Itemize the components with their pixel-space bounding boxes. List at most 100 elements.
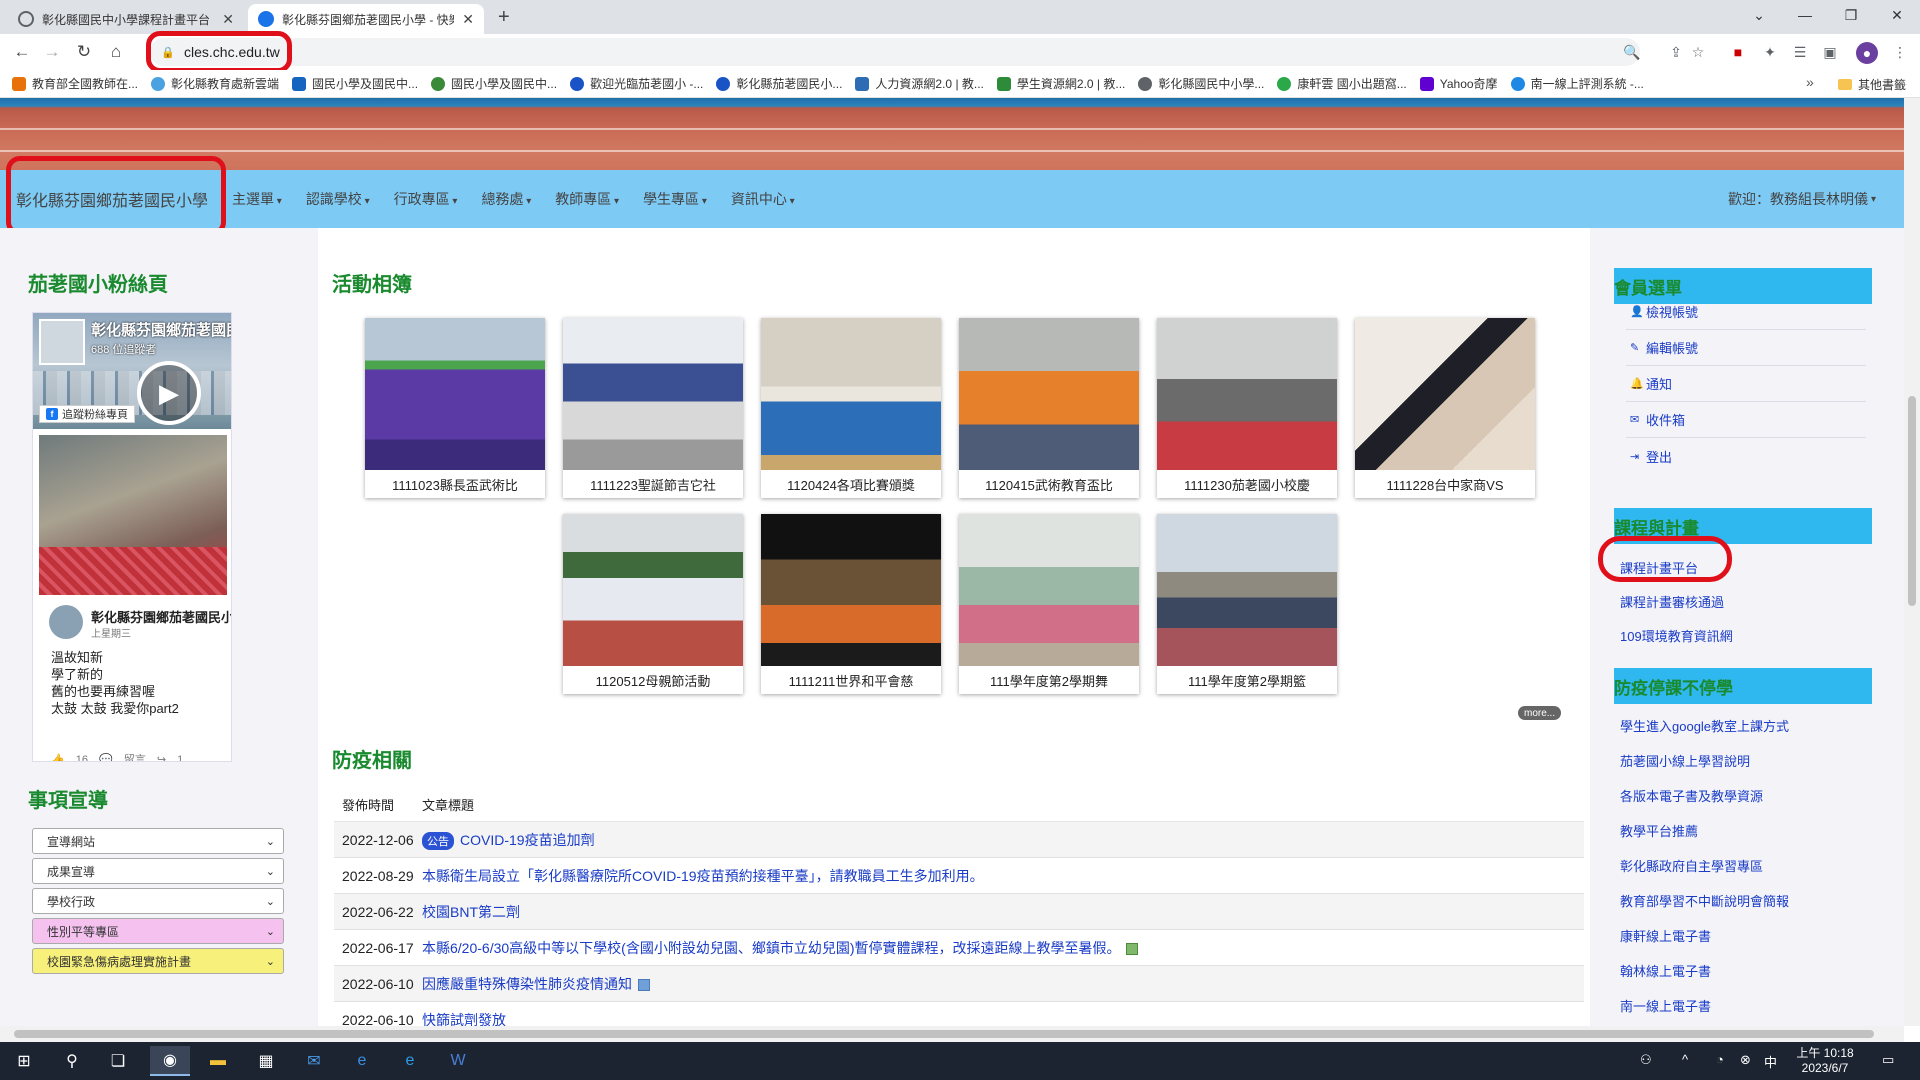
bookmark-item[interactable]: Yahoo奇摩 <box>1419 75 1498 92</box>
extensions-icon[interactable]: ✦ <box>1760 42 1780 62</box>
covid-link[interactable]: 南一線上電子書 <box>1620 996 1711 1015</box>
menu-info-center[interactable]: 資訊中心 <box>731 189 795 209</box>
menu-students[interactable]: 學生專區 <box>643 189 707 209</box>
covid-link[interactable]: 教學平台推薦 <box>1620 821 1698 840</box>
bookmark-item[interactable]: 歡迎光臨茄荖國小 -... <box>570 75 703 92</box>
attachment-icon[interactable] <box>1126 942 1139 955</box>
people-icon[interactable]: ⚇ <box>1640 1052 1652 1068</box>
member-item-edit-account[interactable]: ✎ 編輯帳號 <box>1626 330 1866 366</box>
bookmark-item[interactable]: 人力資源網2.0 | 教... <box>855 75 984 92</box>
album-thumb[interactable]: 1111211世界和平會慈 <box>761 514 941 694</box>
album-thumb[interactable]: 1120512母親節活動 <box>563 514 743 694</box>
tab-school-site[interactable]: 彰化縣芬園鄉茄荖國民小學 - 快樂 ✕ <box>248 4 484 34</box>
menu-teachers[interactable]: 教師專區 <box>555 189 619 209</box>
row-title-link[interactable]: 本縣6/20-6/30高級中等以下學校(含國小附設幼兒園、鄉鎮市立幼兒園)暫停實… <box>422 940 1120 956</box>
menu-general-affairs[interactable]: 總務處 <box>481 189 531 209</box>
select-promo-sites[interactable]: 宣導網站 ⌄ <box>32 828 284 854</box>
mail-icon[interactable]: ✉ <box>294 1046 334 1076</box>
bookmark-item[interactable]: 康軒雲 國小出題窩... <box>1277 75 1407 92</box>
bookmark-item[interactable]: 國民小學及國民中... <box>292 75 418 92</box>
taskbar-clock[interactable]: 上午 10:18 2023/6/7 <box>1790 1046 1860 1076</box>
select-achievements[interactable]: 成果宣導 ⌄ <box>32 858 284 884</box>
fb-video[interactable] <box>39 435 227 595</box>
album-thumb[interactable]: 1111023縣長盃武術比 <box>365 318 545 498</box>
album-thumb[interactable]: 1111223聖誕節吉它社 <box>563 318 743 498</box>
member-item-view-account[interactable]: 👤 檢視帳號 <box>1626 294 1866 330</box>
covid-link[interactable]: 康軒線上電子書 <box>1620 926 1711 945</box>
select-school-admin[interactable]: 學校行政 ⌄ <box>32 888 284 914</box>
bookmark-item[interactable]: 國民小學及國民中... <box>431 75 557 92</box>
row-title-link[interactable]: 校園BNT第二劑 <box>422 904 520 920</box>
fb-post-author[interactable]: 彰化縣芬園鄉茄荖國民小學 <box>91 607 231 626</box>
album-thumb[interactable]: 1111230茄荖國小校慶 <box>1157 318 1337 498</box>
row-title-link[interactable]: 快篩試劑發放 <box>422 1012 506 1027</box>
home-button[interactable]: ⌂ <box>104 40 128 64</box>
table-row[interactable]: 2022-08-29 本縣衛生局設立「彰化縣醫療院所COVID-19疫苗預約接種… <box>334 858 1584 894</box>
notification-icon[interactable]: ▭ <box>1882 1052 1894 1068</box>
tab-search-icon[interactable]: ⌄ <box>1736 0 1782 30</box>
file-explorer-icon[interactable]: ▬ <box>198 1046 238 1076</box>
more-bookmarks-button[interactable]: » <box>1806 74 1814 90</box>
volume-muted-icon[interactable]: ⊗ <box>1740 1052 1751 1068</box>
reading-list-icon[interactable]: ☰ <box>1790 42 1810 62</box>
bookmark-item[interactable]: 彰化縣茄荖國民小... <box>716 75 842 92</box>
album-thumb[interactable]: 1111228台中家商VS <box>1355 318 1535 498</box>
row-title-link[interactable]: 因應嚴重特殊傳染性肺炎疫情通知 <box>422 976 632 992</box>
document-icon[interactable] <box>638 978 650 991</box>
word-icon[interactable]: W <box>438 1046 478 1076</box>
album-thumb[interactable]: 111學年度第2學期舞 <box>959 514 1139 694</box>
fb-post-time[interactable]: 上星期三 <box>91 625 131 640</box>
select-emergency-plan[interactable]: 校園緊急傷病處理實施計畫 ⌄ <box>32 948 284 974</box>
windows-start-icon[interactable]: ⊞ <box>4 1046 44 1076</box>
row-title-link[interactable]: COVID-19疫苗追加劑 <box>460 832 595 848</box>
network-icon[interactable]: ◔ <box>1716 1052 1724 1067</box>
menu-about-school[interactable]: 認識學校 <box>306 189 370 209</box>
album-thumb[interactable]: 111學年度第2學期籃 <box>1157 514 1337 694</box>
input-method-icon[interactable]: 中 <box>1764 1052 1777 1071</box>
link-environment-edu[interactable]: 109環境教育資訊網 <box>1620 626 1733 645</box>
more-albums-button[interactable]: more... <box>1518 706 1562 720</box>
fb-page-logo[interactable] <box>39 319 85 365</box>
table-row[interactable]: 2022-06-10 快篩試劑發放 <box>334 1002 1584 1027</box>
edge-icon[interactable]: e <box>390 1046 430 1076</box>
menu-main[interactable]: 主選單 <box>232 189 282 209</box>
covid-link[interactable]: 彰化縣政府自主學習專區 <box>1620 856 1763 875</box>
bookmark-item[interactable]: 教育部全國教師在... <box>12 75 138 92</box>
select-gender-equality[interactable]: 性別平等專區 ⌄ <box>32 918 284 944</box>
bookmark-item[interactable]: 彰化縣國民中小學... <box>1138 75 1264 92</box>
table-row[interactable]: 2022-12-06 公告 COVID-19疫苗追加劑 <box>334 822 1584 858</box>
reload-button[interactable]: ↻ <box>72 40 96 64</box>
play-icon[interactable]: ▶ <box>137 361 201 425</box>
bookmark-item[interactable]: 彰化縣教育處新雲端 <box>151 75 279 92</box>
member-item-notifications[interactable]: 🔔 通知 <box>1626 366 1866 402</box>
store-icon[interactable]: ▦ <box>246 1046 286 1076</box>
new-tab-button[interactable]: + <box>498 6 510 29</box>
menu-administration[interactable]: 行政專區 <box>394 189 458 209</box>
restore-button[interactable]: ❐ <box>1828 0 1874 30</box>
album-thumb[interactable]: 1120415武術教育盃比 <box>959 318 1139 498</box>
row-title-link[interactable]: 本縣衛生局設立「彰化縣醫療院所COVID-19疫苗預約接種平臺」，請教職員工生多… <box>422 868 984 884</box>
close-window-button[interactable]: ✕ <box>1874 0 1920 30</box>
vertical-scrollbar[interactable] <box>1904 98 1920 1026</box>
bookmark-item[interactable]: 學生資源網2.0 | 教... <box>996 75 1125 92</box>
forward-button[interactable]: → <box>40 40 64 64</box>
covid-link[interactable]: 各版本電子書及教學資源 <box>1620 786 1763 805</box>
covid-link[interactable]: 教育部學習不中斷說明會簡報 <box>1620 891 1789 910</box>
chrome-taskbar-icon[interactable]: ◉ <box>150 1046 190 1076</box>
internet-explorer-icon[interactable]: e <box>342 1046 382 1076</box>
fb-follow-button[interactable]: f 追蹤粉絲專頁 <box>39 405 135 423</box>
album-thumb[interactable]: 1120424各項比賽頒獎 <box>761 318 941 498</box>
side-panel-icon[interactable]: ▣ <box>1820 42 1840 62</box>
table-row[interactable]: 2022-06-10 因應嚴重特殊傳染性肺炎疫情通知 <box>334 966 1584 1002</box>
member-item-logout[interactable]: ⇥ 登出 <box>1626 438 1866 474</box>
bookmark-item[interactable]: 南一線上評測系統 -... <box>1510 75 1644 92</box>
user-welcome-menu[interactable]: 歡迎：教務組長林明儀 <box>1728 170 1876 228</box>
link-course-approved[interactable]: 課程計畫審核通過 <box>1620 592 1724 611</box>
pdf-extension-icon[interactable]: ■ <box>1728 42 1748 62</box>
avatar[interactable] <box>49 605 83 639</box>
search-icon[interactable]: ⚲ <box>52 1046 92 1076</box>
tab-course-platform[interactable]: 彰化縣國民中小學課程計畫平台 ✕ <box>8 4 244 34</box>
minimize-button[interactable]: — <box>1782 0 1828 30</box>
profile-avatar-icon[interactable]: ● <box>1856 42 1878 64</box>
back-button[interactable]: ← <box>10 40 34 64</box>
